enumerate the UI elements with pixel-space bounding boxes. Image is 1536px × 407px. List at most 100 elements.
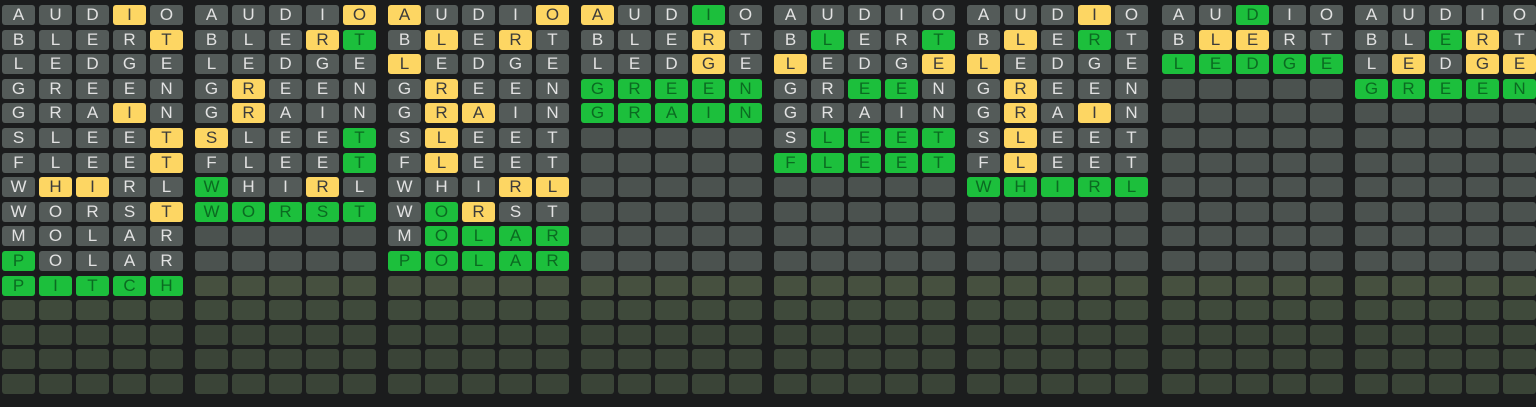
letter-tile: E — [150, 54, 183, 74]
empty-tile — [848, 177, 881, 197]
letter-tile: L — [232, 128, 265, 148]
empty-tile — [729, 349, 762, 369]
empty-tile — [1503, 325, 1536, 345]
board-3: AUDIOBLERTLEDGEGREENGRAINSLEETFLEETWHIRL… — [388, 5, 569, 401]
empty-tile — [885, 202, 918, 222]
empty-tile — [232, 300, 265, 320]
empty-tile — [2, 300, 35, 320]
letter-tile: E — [848, 153, 881, 173]
letter-tile: L — [774, 54, 807, 74]
empty-tile — [655, 349, 688, 369]
empty-tile — [1355, 325, 1388, 345]
empty-tile — [1310, 79, 1343, 99]
empty-tile — [1273, 226, 1306, 246]
empty-tile — [1004, 251, 1037, 271]
letter-tile: R — [499, 177, 532, 197]
empty-tile — [922, 300, 955, 320]
empty-tile — [1273, 300, 1306, 320]
empty-tile — [150, 300, 183, 320]
empty-tile — [581, 349, 614, 369]
empty-tile — [1078, 325, 1111, 345]
letter-tile: T — [150, 202, 183, 222]
empty-tile — [150, 374, 183, 394]
empty-tile — [1199, 177, 1232, 197]
empty-tile — [1273, 202, 1306, 222]
empty-tile — [1273, 325, 1306, 345]
empty-tile — [1199, 202, 1232, 222]
empty-tile — [1310, 153, 1343, 173]
empty-tile — [232, 276, 265, 296]
letter-tile: E — [811, 54, 844, 74]
letter-tile: L — [618, 30, 651, 50]
empty-tile — [306, 300, 339, 320]
letter-tile: A — [462, 103, 495, 123]
letter-tile: G — [581, 79, 614, 99]
letter-tile: L — [536, 177, 569, 197]
letter-tile: E — [1236, 30, 1269, 50]
empty-tile — [1199, 300, 1232, 320]
empty-tile — [922, 177, 955, 197]
empty-tile — [618, 276, 651, 296]
empty-tile — [1236, 128, 1269, 148]
empty-tile — [692, 251, 725, 271]
letter-tile: L — [462, 226, 495, 246]
empty-tile — [1392, 128, 1425, 148]
letter-tile: T — [76, 276, 109, 296]
empty-tile — [1162, 226, 1195, 246]
empty-tile — [1078, 251, 1111, 271]
empty-tile — [1503, 202, 1536, 222]
letter-tile: L — [150, 177, 183, 197]
empty-tile — [232, 251, 265, 271]
empty-tile — [2, 374, 35, 394]
letter-tile: R — [618, 79, 651, 99]
empty-tile — [232, 374, 265, 394]
letter-tile: N — [922, 103, 955, 123]
letter-tile: R — [1392, 79, 1425, 99]
empty-tile — [1162, 349, 1195, 369]
empty-tile — [1236, 374, 1269, 394]
empty-tile — [811, 374, 844, 394]
empty-tile — [967, 374, 1000, 394]
letter-tile: E — [76, 128, 109, 148]
letter-tile: A — [581, 5, 614, 25]
letter-tile: E — [462, 128, 495, 148]
letter-tile: O — [150, 5, 183, 25]
empty-tile — [967, 226, 1000, 246]
letter-tile: I — [692, 103, 725, 123]
letter-tile: M — [388, 226, 421, 246]
empty-tile — [343, 276, 376, 296]
empty-tile — [655, 128, 688, 148]
letter-tile: R — [536, 251, 569, 271]
letter-tile: G — [1466, 54, 1499, 74]
empty-tile — [729, 128, 762, 148]
empty-tile — [1273, 79, 1306, 99]
empty-tile — [885, 349, 918, 369]
letter-tile: A — [195, 5, 228, 25]
letter-tile: F — [2, 153, 35, 173]
letter-tile: E — [1078, 79, 1111, 99]
empty-tile — [1162, 374, 1195, 394]
empty-tile — [1392, 276, 1425, 296]
letter-tile: G — [1355, 79, 1388, 99]
empty-tile — [581, 177, 614, 197]
letter-tile: D — [1236, 54, 1269, 74]
letter-tile: E — [1041, 128, 1074, 148]
letter-tile: D — [848, 54, 881, 74]
letter-tile: L — [1199, 30, 1232, 50]
empty-tile — [195, 325, 228, 345]
empty-tile — [692, 374, 725, 394]
empty-tile — [536, 276, 569, 296]
empty-tile — [774, 374, 807, 394]
letter-tile: L — [2, 54, 35, 74]
letter-tile: E — [462, 30, 495, 50]
empty-tile — [1078, 374, 1111, 394]
letter-tile: I — [1273, 5, 1306, 25]
letter-tile: E — [76, 153, 109, 173]
letter-tile: R — [269, 202, 302, 222]
letter-tile: L — [811, 153, 844, 173]
letter-tile: W — [2, 202, 35, 222]
letter-tile: A — [1355, 5, 1388, 25]
letter-tile: L — [39, 153, 72, 173]
empty-tile — [1199, 325, 1232, 345]
letter-tile: W — [195, 177, 228, 197]
